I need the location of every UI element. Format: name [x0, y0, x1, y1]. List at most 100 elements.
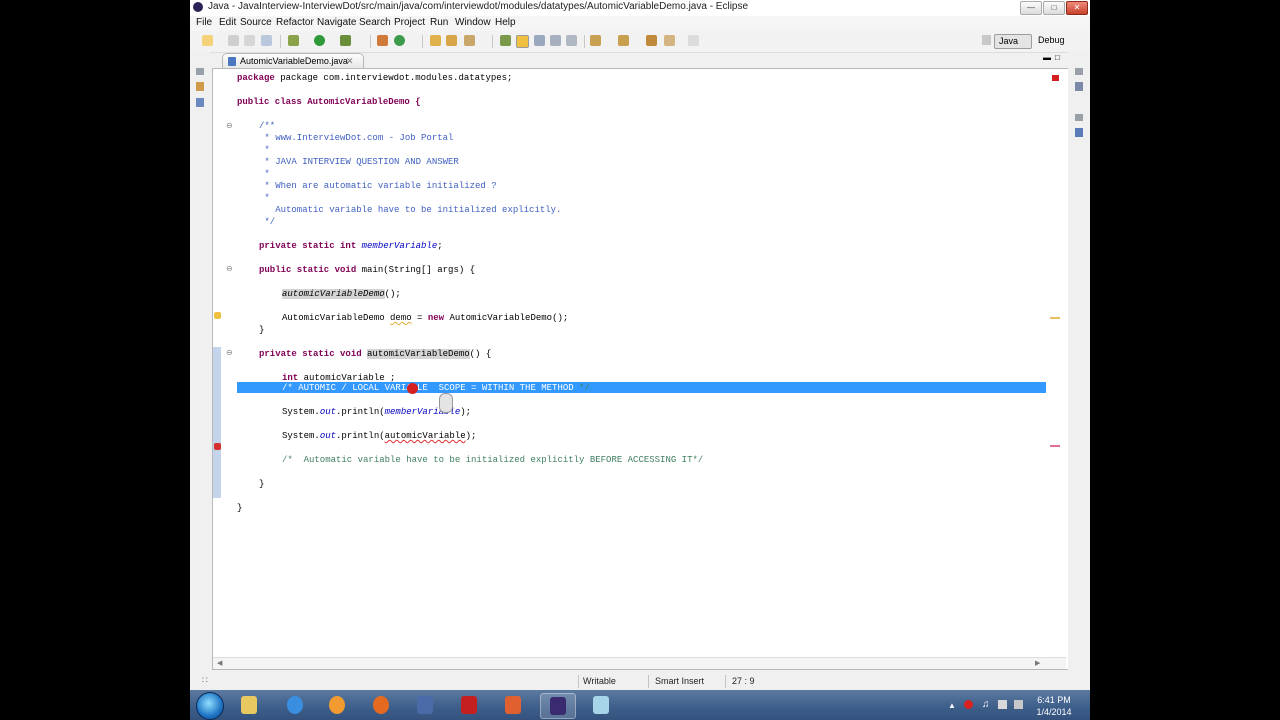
menu-edit[interactable]: Edit [219, 17, 236, 28]
forward-icon[interactable] [688, 35, 699, 46]
fold-icon[interactable]: ⊖ [226, 264, 233, 273]
eclipse-taskbar-icon[interactable] [540, 693, 576, 719]
menu-run[interactable]: Run [430, 17, 448, 28]
clock-date[interactable]: 1/4/2014 [1030, 707, 1078, 717]
code-token: private static void [259, 349, 368, 359]
menu-project[interactable]: Project [394, 17, 425, 28]
editor-tab-label: AutomicVariableDemo.java [240, 56, 348, 66]
code-editor[interactable]: ⊖ ⊖ ⊖ package package com.interviewdot.m… [212, 68, 1069, 670]
run-icon[interactable] [314, 35, 325, 46]
fast-view-icon[interactable]: ∷ [202, 675, 208, 686]
restore-icon[interactable] [1075, 68, 1083, 75]
fold-icon[interactable]: ⊖ [226, 348, 233, 357]
code-token: demo [390, 313, 412, 323]
toggle-mark-occurrences-icon[interactable] [500, 35, 511, 46]
open-type-icon[interactable] [430, 35, 441, 46]
debug-icon[interactable] [288, 35, 299, 46]
firefox-taskbar-icon[interactable] [364, 693, 398, 717]
powerpoint-taskbar-icon[interactable] [496, 693, 530, 717]
fold-icon[interactable]: ⊖ [226, 121, 233, 130]
error-summary-icon[interactable] [1052, 75, 1059, 81]
menu-refactor[interactable]: Refactor [276, 17, 314, 28]
editor-tab[interactable]: AutomicVariableDemo.java ✕ [222, 53, 364, 69]
highlight-icon[interactable] [516, 35, 529, 48]
new-class-icon[interactable] [394, 35, 405, 46]
new-java-project-icon[interactable] [377, 35, 388, 46]
tray-app-icon[interactable] [964, 700, 973, 709]
code-line: public static void main(String[] args) { [259, 264, 475, 276]
code-token: automicVariableDemo [282, 289, 385, 299]
explorer-taskbar-icon[interactable] [232, 693, 266, 717]
next-annotation-icon[interactable] [590, 35, 601, 46]
back-icon[interactable] [664, 35, 675, 46]
save-taskbar-icon[interactable] [408, 693, 442, 717]
acrobat-taskbar-icon[interactable] [452, 693, 486, 717]
tab-close-icon[interactable]: ✕ [346, 54, 354, 69]
new-icon[interactable] [202, 35, 213, 46]
code-token: package [237, 73, 275, 83]
error-marker[interactable] [1050, 445, 1060, 447]
right-trim-stack [1068, 52, 1090, 670]
internet-explorer-taskbar-icon[interactable] [278, 693, 312, 717]
menu-source[interactable]: Source [240, 17, 272, 28]
task-list-icon[interactable] [1075, 82, 1083, 91]
run-external-tools-icon[interactable] [340, 35, 351, 46]
menu-help[interactable]: Help [495, 17, 516, 28]
search-icon[interactable] [464, 35, 475, 46]
eclipse-icon [193, 2, 203, 12]
window-title: Java - JavaInterview-InterviewDot/src/ma… [208, 1, 749, 12]
code-token: () { [469, 349, 492, 359]
warning-icon[interactable] [214, 312, 221, 319]
last-edit-location-icon[interactable] [646, 35, 657, 46]
save-icon[interactable] [228, 35, 239, 46]
horizontal-scrollbar[interactable]: ◀ ▶ [213, 657, 1066, 669]
hierarchy-icon[interactable] [196, 98, 204, 107]
action-center-icon[interactable] [1014, 700, 1023, 709]
java-perspective-label: Java [999, 36, 1019, 46]
menu-navigate[interactable]: Navigate [317, 17, 356, 28]
block-selection-icon[interactable] [534, 35, 545, 46]
print-icon[interactable] [261, 35, 272, 46]
scroll-left-icon[interactable]: ◀ [217, 659, 222, 667]
restore-icon[interactable] [196, 68, 204, 75]
java-perspective-button[interactable]: Java [994, 34, 1032, 49]
close-button[interactable]: ✕ [1066, 1, 1088, 15]
editor-minimize-icon[interactable]: ▬ [1043, 53, 1051, 62]
menu-file[interactable]: File [196, 17, 212, 28]
previous-annotation-icon[interactable] [618, 35, 629, 46]
scroll-right-icon[interactable]: ▶ [1035, 659, 1040, 667]
debug-perspective-button[interactable]: Debug [1038, 35, 1065, 45]
volume-icon[interactable]: ♫ [982, 699, 990, 710]
minimize-button[interactable]: — [1020, 1, 1042, 15]
media-player-taskbar-icon[interactable] [320, 693, 354, 717]
open-task-icon[interactable] [446, 35, 457, 46]
network-icon[interactable] [998, 700, 1007, 709]
code-token: public class AutomicVariableDemo { [237, 97, 421, 107]
paragraph-icon[interactable] [566, 35, 577, 46]
outline-icon[interactable] [1075, 128, 1083, 137]
code-area[interactable]: package package com.interviewdot.modules… [237, 69, 1046, 657]
editor-maximize-icon[interactable]: □ [1055, 53, 1060, 62]
start-button-icon[interactable] [196, 692, 224, 720]
status-separator [578, 675, 579, 688]
restore-icon[interactable] [1075, 114, 1083, 121]
code-line: * [259, 145, 270, 155]
code-token: ); [460, 407, 472, 417]
show-whitespace-icon[interactable] [550, 35, 561, 46]
status-cursor-position: 27 : 9 [732, 676, 755, 686]
app-taskbar-icon[interactable] [584, 693, 618, 717]
open-perspective-icon[interactable] [982, 35, 991, 45]
show-hidden-icons-icon[interactable]: ▲ [948, 701, 956, 710]
package-explorer-icon[interactable] [196, 82, 204, 91]
menu-window[interactable]: Window [455, 17, 491, 28]
clock-time[interactable]: 6:41 PM [1030, 695, 1078, 705]
error-icon[interactable] [214, 443, 221, 450]
save-all-icon[interactable] [244, 35, 255, 46]
warning-marker[interactable] [1050, 317, 1060, 319]
code-token: AutomicVariableDemo(); [444, 313, 569, 323]
code-token: out [319, 407, 337, 417]
menu-search[interactable]: Search [359, 17, 391, 28]
maximize-button[interactable]: □ [1043, 1, 1065, 15]
left-trim-stack [190, 52, 210, 670]
mouse-pointer-icon [439, 393, 453, 413]
